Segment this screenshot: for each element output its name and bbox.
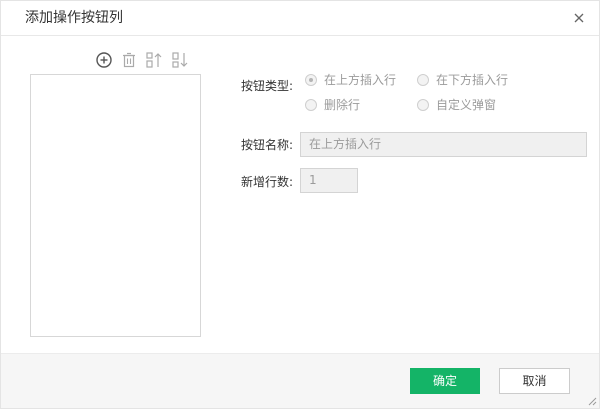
radio-insert-below-circle bbox=[417, 74, 429, 86]
resize-handle-icon[interactable] bbox=[587, 396, 597, 406]
radio-delete-row[interactable]: 删除行 bbox=[305, 98, 395, 114]
radio-custom-popup-label: 自定义弹窗 bbox=[436, 98, 497, 112]
add-action-button-column-dialog: 添加操作按钮列 按钮类型: 在上方插入行 在下方插入行 删除行 自定义弹窗 按钮… bbox=[0, 0, 600, 409]
dialog-header: 添加操作按钮列 bbox=[1, 1, 599, 36]
radio-insert-below-label: 在下方插入行 bbox=[436, 73, 509, 87]
radio-insert-below[interactable]: 在下方插入行 bbox=[417, 73, 517, 89]
radio-custom-popup-circle bbox=[417, 99, 429, 111]
add-icon[interactable] bbox=[95, 51, 113, 69]
radio-delete-row-label: 删除行 bbox=[324, 98, 361, 112]
cancel-button[interactable]: 取消 bbox=[499, 368, 570, 394]
move-up-icon[interactable] bbox=[145, 51, 163, 69]
move-down-icon[interactable] bbox=[171, 51, 189, 69]
dialog-footer: 确定 取消 bbox=[1, 353, 599, 408]
radio-insert-above-circle bbox=[305, 74, 317, 86]
button-list[interactable] bbox=[30, 74, 201, 337]
radio-custom-popup[interactable]: 自定义弹窗 bbox=[417, 98, 517, 114]
radio-delete-row-circle bbox=[305, 99, 317, 111]
button-type-label: 按钮类型: bbox=[241, 79, 294, 93]
new-rows-label: 新增行数: bbox=[241, 175, 294, 189]
close-icon[interactable] bbox=[571, 10, 587, 26]
button-name-input[interactable]: 在上方插入行 bbox=[300, 132, 587, 157]
delete-icon[interactable] bbox=[120, 51, 138, 69]
dialog-title: 添加操作按钮列 bbox=[25, 10, 123, 26]
new-rows-input[interactable]: 1 bbox=[300, 168, 358, 193]
radio-insert-above-label: 在上方插入行 bbox=[324, 73, 397, 87]
ok-button[interactable]: 确定 bbox=[410, 368, 480, 394]
radio-insert-above[interactable]: 在上方插入行 bbox=[305, 73, 405, 89]
button-name-label: 按钮名称: bbox=[241, 138, 294, 152]
